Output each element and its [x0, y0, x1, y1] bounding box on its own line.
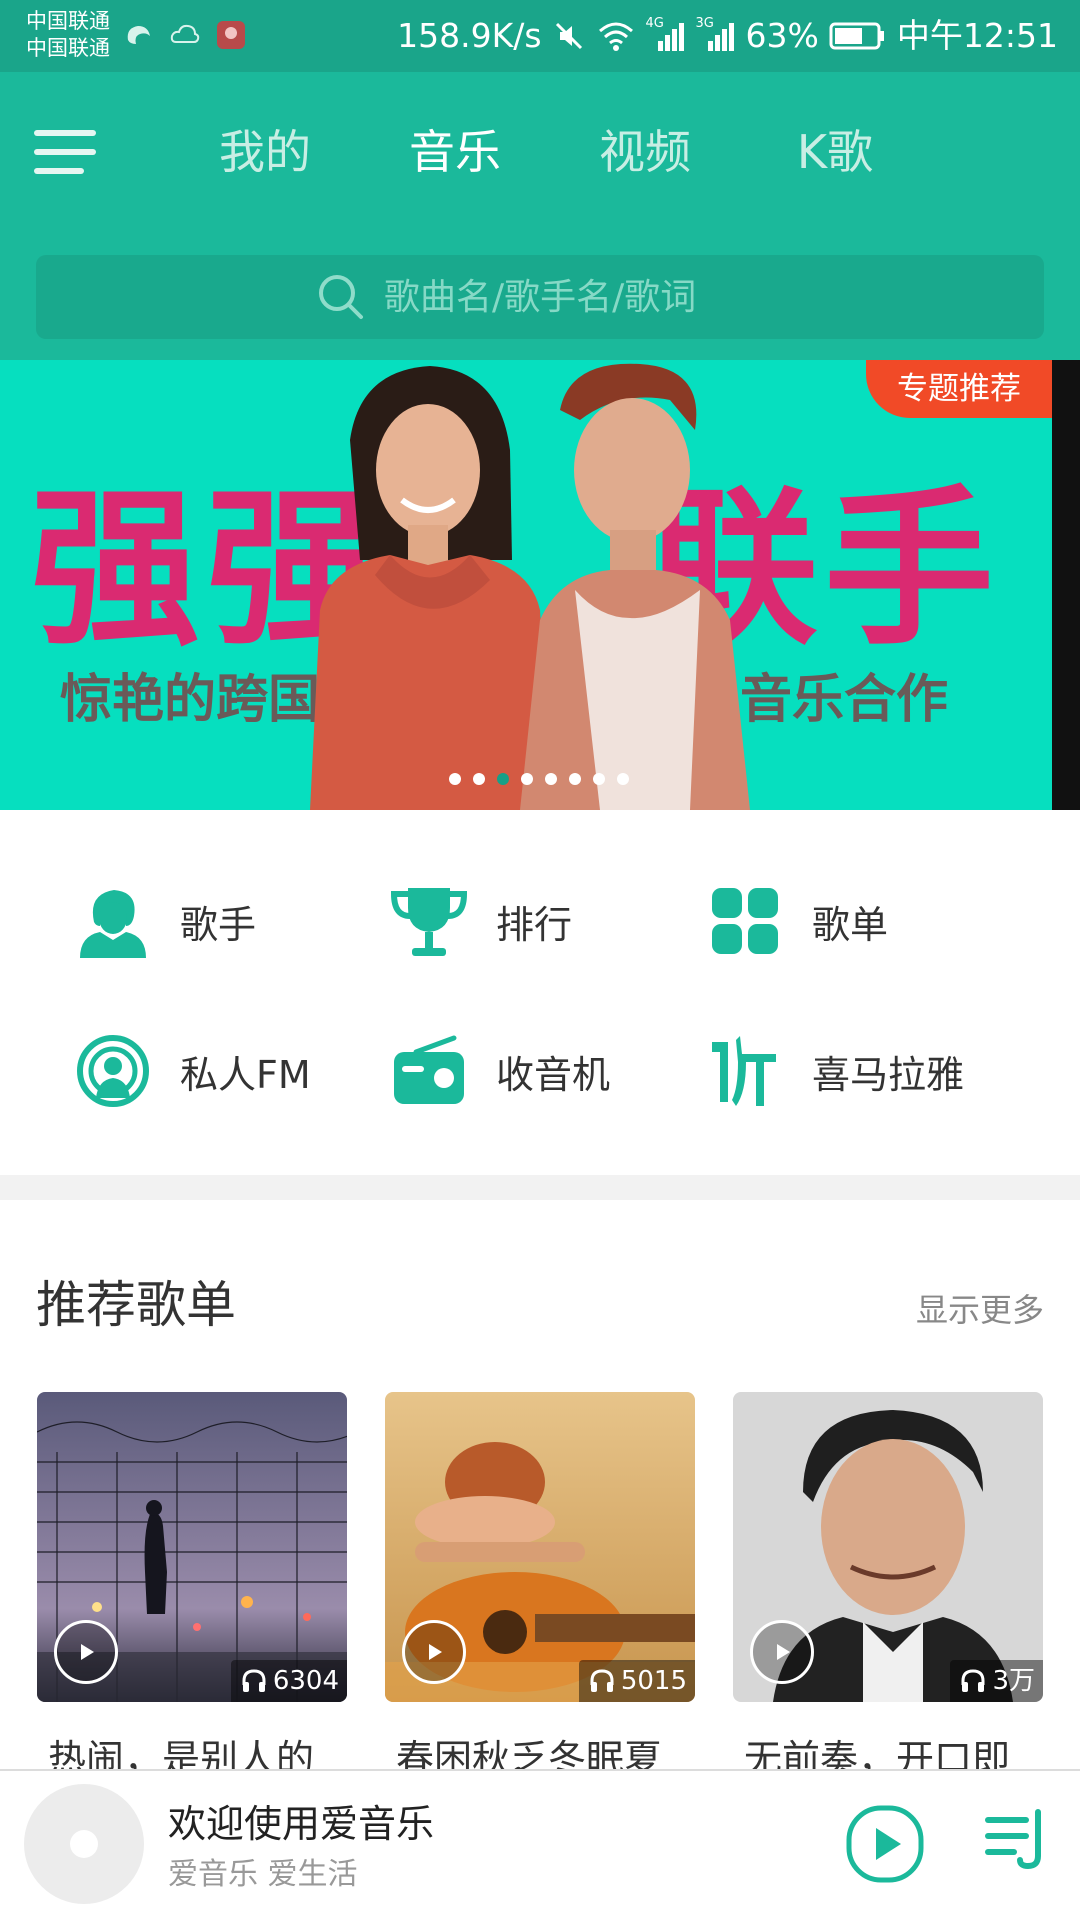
play-playlist-button[interactable]: [402, 1620, 466, 1684]
category-radio[interactable]: 收音机: [390, 1032, 610, 1110]
category-rank[interactable]: 排行: [390, 882, 572, 960]
carrier-2: 中国联通: [26, 36, 110, 60]
menu-icon[interactable]: [34, 130, 96, 174]
main-tabs: 我的 音乐 视频 K歌: [170, 120, 930, 184]
show-more-link[interactable]: 显示更多: [916, 1288, 1044, 1332]
carousel-dot[interactable]: [569, 773, 581, 785]
carousel-dot[interactable]: [521, 773, 533, 785]
disc-center: [70, 1830, 98, 1858]
category-label: 歌单: [812, 902, 889, 947]
signal-2: 3G: [695, 16, 736, 53]
banner-next-peek: [1052, 360, 1080, 810]
now-playing-subtitle: 爱音乐 爱生活: [168, 1857, 358, 1892]
banner-artist-male: [520, 363, 750, 810]
carousel-dot-active[interactable]: [497, 773, 509, 785]
signal-1: 4G: [645, 16, 686, 53]
carousel-dot[interactable]: [593, 773, 605, 785]
play-count-value: 5015: [620, 1666, 687, 1696]
category-label: 歌手: [180, 902, 257, 947]
category-playlist[interactable]: 歌单: [706, 882, 888, 960]
headphones-icon: [242, 1669, 266, 1692]
category-label: 排行: [496, 902, 573, 947]
carousel-dot[interactable]: [449, 773, 461, 785]
play-count: 5015: [578, 1660, 695, 1702]
mute-icon: [555, 22, 582, 50]
carousel-dot[interactable]: [545, 773, 557, 785]
carousel-dot[interactable]: [617, 773, 629, 785]
now-playing-title: 欢迎使用爱音乐: [168, 1802, 435, 1846]
album-disc[interactable]: [24, 1784, 144, 1904]
section-divider: [0, 1175, 1080, 1200]
headphones-icon: [961, 1669, 985, 1692]
mini-player[interactable]: 欢迎使用爱音乐 爱音乐 爱生活: [0, 1769, 1080, 1920]
radio-fm-icon: [77, 1035, 149, 1107]
playlist-card[interactable]: 3万: [733, 1392, 1043, 1702]
playlist-grid-icon: [712, 888, 778, 954]
status-bar: 中国联通 中国联通 158.9K/s 4G 3G 63% 中午12:51: [0, 0, 1080, 72]
play-count: 6304: [230, 1660, 347, 1702]
carrier-1: 中国联通: [26, 9, 110, 33]
category-private-fm[interactable]: 私人FM: [74, 1032, 311, 1110]
wifi-icon: [598, 22, 633, 51]
carousel-indicator: [449, 773, 629, 785]
section-title: 推荐歌单: [36, 1276, 236, 1334]
tab-music[interactable]: 音乐: [360, 120, 550, 184]
play-icon: [777, 1644, 790, 1660]
play-icon: [429, 1644, 442, 1660]
category-label: 私人FM: [180, 1052, 311, 1097]
battery-percent: 63%: [745, 16, 819, 55]
category-label: 喜马拉雅: [812, 1052, 965, 1097]
ximalaya-icon: [712, 1036, 776, 1106]
uc-browser-icon: [127, 26, 150, 44]
search-bar[interactable]: [36, 255, 1044, 339]
carousel-dot[interactable]: [473, 773, 485, 785]
battery-icon: [829, 22, 884, 50]
category-ximalaya[interactable]: 喜马拉雅: [706, 1032, 964, 1110]
category-singer[interactable]: 歌手: [74, 882, 256, 960]
headphones-icon: [590, 1669, 614, 1692]
play-count-value: 3万: [992, 1666, 1035, 1696]
huawei-app-icon: [217, 21, 245, 49]
banner-subtitle-left: 惊艳的跨国: [60, 670, 321, 730]
banner-tag: 专题推荐: [866, 360, 1052, 418]
notification-icons: [122, 18, 248, 52]
playlist-card[interactable]: 5015: [385, 1392, 695, 1702]
play-playlist-button[interactable]: [54, 1620, 118, 1684]
clock: 中午12:51: [896, 16, 1058, 55]
playlist-card[interactable]: 6304: [37, 1392, 347, 1702]
tab-mine[interactable]: 我的: [170, 120, 360, 184]
play-icon: [81, 1644, 94, 1660]
search-icon: [319, 275, 363, 319]
category-label: 收音机: [496, 1052, 611, 1097]
network-type-1: 4G: [645, 16, 664, 31]
trophy-icon: [390, 888, 468, 956]
singer-icon: [80, 890, 146, 958]
app-header: 我的 音乐 视频 K歌: [0, 72, 1080, 360]
radio-icon: [394, 1035, 464, 1104]
playlist-queue-icon[interactable]: [984, 1806, 1050, 1872]
cloud-icon: [170, 24, 200, 43]
play-playlist-button[interactable]: [750, 1620, 814, 1684]
tab-video[interactable]: 视频: [550, 120, 740, 184]
network-speed: 158.9K/s: [397, 16, 542, 55]
play-button[interactable]: [845, 1804, 925, 1884]
play-count: 3万: [950, 1660, 1043, 1702]
category-grid: 歌手 排行 歌单 私人FM 收音机 喜马拉雅: [0, 810, 1080, 1175]
status-right: 158.9K/s 4G 3G 63% 中午12:51: [397, 14, 1058, 58]
carrier-labels: 中国联通 中国联通: [26, 8, 110, 62]
network-type-2: 3G: [695, 16, 714, 31]
tab-karaoke[interactable]: K歌: [740, 120, 930, 184]
search-input[interactable]: [384, 276, 764, 318]
play-count-value: 6304: [272, 1666, 339, 1696]
promo-banner[interactable]: 强强 联手 惊艳的跨国 音乐合作 专题推荐: [0, 360, 1080, 810]
